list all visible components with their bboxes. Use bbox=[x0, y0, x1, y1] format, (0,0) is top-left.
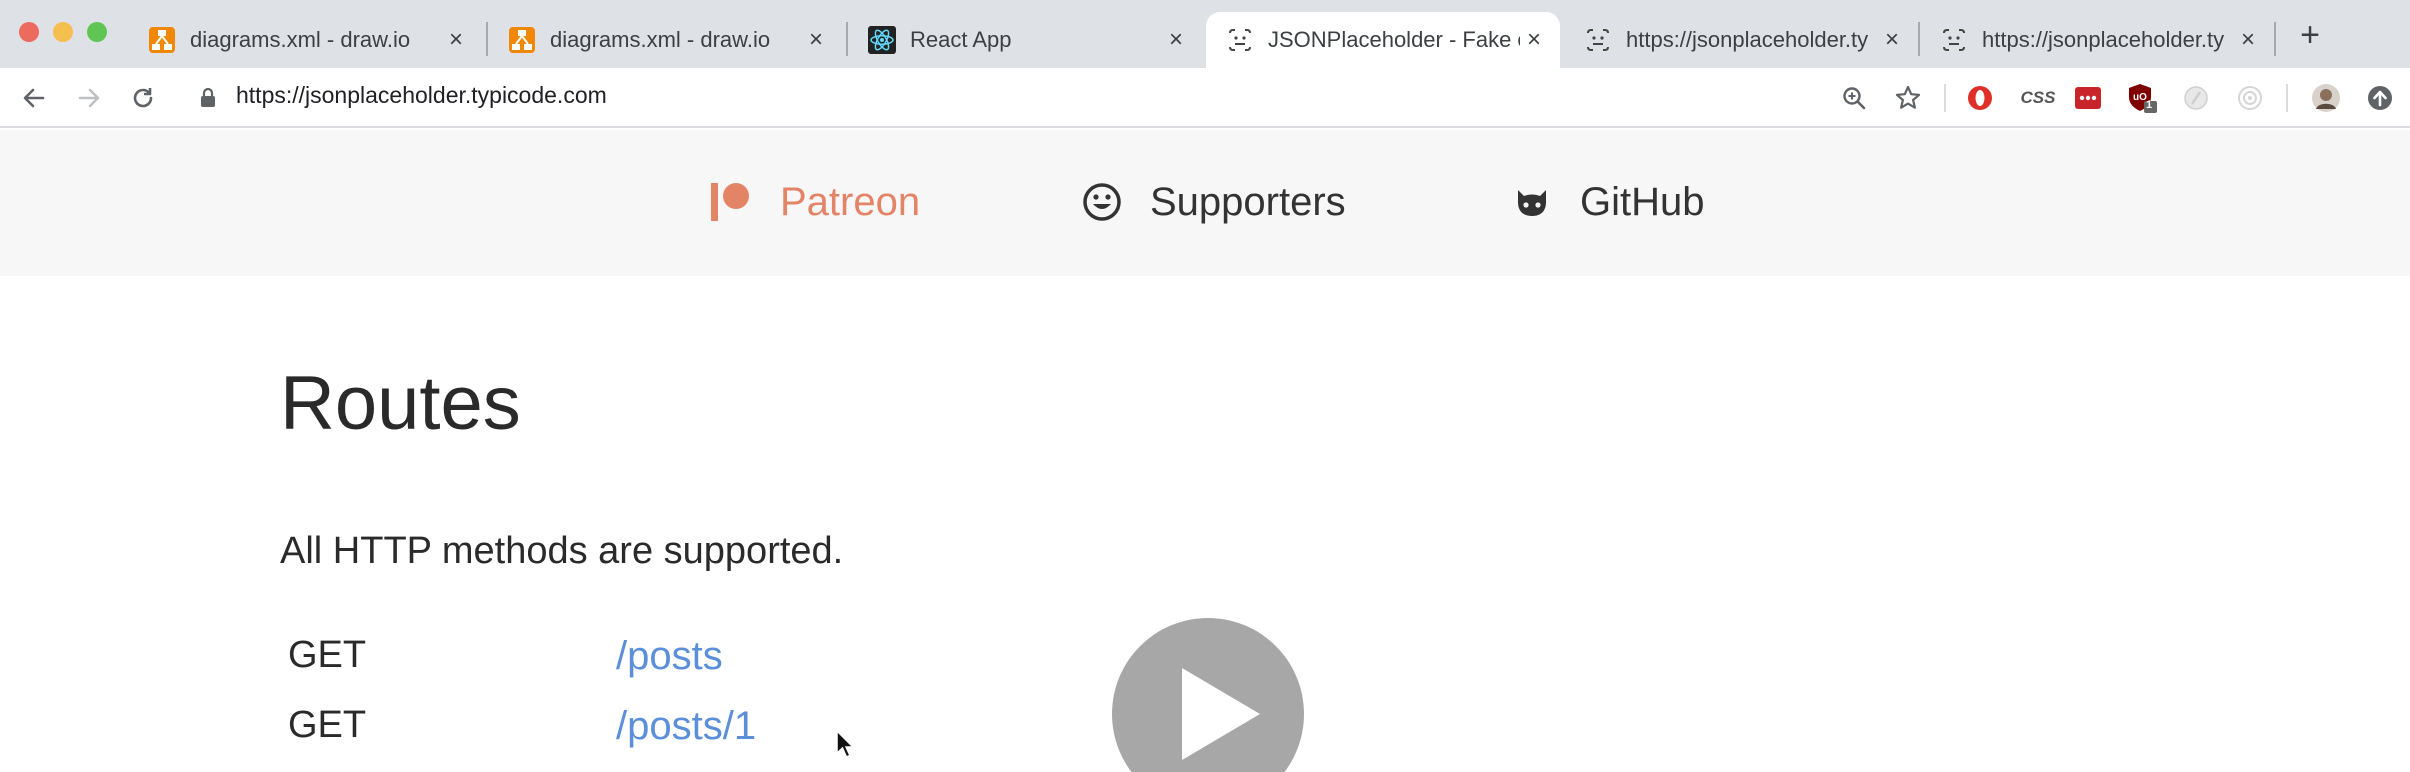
drawio-icon bbox=[148, 26, 176, 54]
ublock-extension-icon[interactable]: uO 1 bbox=[2126, 82, 2158, 114]
browser-tab-jsonplaceholder-active[interactable]: JSONPlaceholder - Fake o × bbox=[1206, 12, 1560, 68]
supporters-label: Supporters bbox=[1150, 179, 1346, 224]
tab-title: JSONPlaceholder - Fake o bbox=[1268, 27, 1520, 52]
tab-separator bbox=[2274, 22, 2276, 56]
browser-tab-jsonplaceholder-2[interactable]: https://jsonplaceholder.ty × bbox=[1564, 12, 1918, 68]
forward-arrow-icon bbox=[78, 88, 100, 108]
route-link[interactable]: /posts bbox=[616, 634, 723, 679]
disabled-extension-icon[interactable] bbox=[2180, 82, 2212, 114]
http-method: GET bbox=[288, 704, 367, 746]
tab-close-icon[interactable]: × bbox=[2234, 26, 2262, 54]
back-arrow-icon bbox=[23, 88, 45, 108]
routes-description: All HTTP methods are supported. bbox=[280, 530, 844, 572]
patreon-link[interactable]: Patreon bbox=[710, 174, 920, 230]
opera-extension-icon[interactable] bbox=[1964, 82, 1996, 114]
tab-strip: diagrams.xml - draw.io × diagrams.xml - … bbox=[0, 0, 2410, 68]
bookmark-star-icon[interactable] bbox=[1892, 82, 1924, 114]
jsonplaceholder-icon bbox=[1226, 26, 1254, 54]
tab-title: diagrams.xml - draw.io bbox=[190, 27, 411, 52]
sponsor-bar: Patreon Supporters GitHub bbox=[0, 130, 2410, 276]
extension-badge-count: 1 bbox=[2146, 99, 2153, 111]
reload-icon bbox=[133, 88, 153, 108]
css-extension-icon[interactable]: CSS bbox=[2018, 82, 2058, 114]
tab-close-icon[interactable]: × bbox=[1162, 26, 1190, 54]
window-maximize-button[interactable] bbox=[87, 22, 107, 42]
supporters-link[interactable]: Supporters bbox=[1082, 174, 1346, 230]
zoom-icon[interactable] bbox=[1838, 82, 1870, 114]
smiley-icon bbox=[1083, 183, 1121, 221]
browser-tab-drawio-2[interactable]: diagrams.xml - draw.io × bbox=[488, 12, 842, 68]
tab-title: https://jsonplaceholder.ty bbox=[1626, 27, 1869, 52]
jsonplaceholder-icon bbox=[1584, 26, 1612, 54]
toolbar-separator bbox=[1944, 84, 1946, 112]
video-play-button[interactable] bbox=[1112, 618, 1304, 772]
tab-close-icon[interactable]: × bbox=[1520, 26, 1548, 54]
route-row: GET /posts bbox=[288, 634, 1088, 684]
github-label: GitHub bbox=[1580, 179, 1705, 224]
lock-icon[interactable] bbox=[196, 86, 220, 110]
route-row: GET /posts/1 bbox=[288, 704, 1088, 754]
target-extension-icon[interactable] bbox=[2234, 82, 2266, 114]
react-icon bbox=[868, 26, 896, 54]
address-bar-url[interactable]: https://jsonplaceholder.typicode.com bbox=[236, 82, 607, 109]
drawio-icon bbox=[508, 26, 536, 54]
page-title: Routes bbox=[280, 361, 521, 446]
tab-close-icon[interactable]: × bbox=[442, 26, 470, 54]
reload-button[interactable] bbox=[126, 81, 160, 115]
tab-close-icon[interactable]: × bbox=[1878, 26, 1906, 54]
browser-tab-jsonplaceholder-3[interactable]: https://jsonplaceholder.ty × bbox=[1920, 12, 2274, 68]
mouse-cursor-icon bbox=[836, 730, 855, 758]
play-icon bbox=[1182, 668, 1260, 760]
github-icon bbox=[1518, 190, 1546, 216]
window-close-button[interactable] bbox=[19, 22, 39, 42]
route-link[interactable]: /posts/1 bbox=[616, 704, 756, 749]
tab-title: https://jsonplaceholder.ty bbox=[1982, 27, 2225, 52]
update-icon[interactable] bbox=[2364, 82, 2396, 114]
tab-title: React App bbox=[910, 27, 1012, 52]
css-extension-label: CSS bbox=[2020, 88, 2056, 107]
new-tab-button[interactable]: + bbox=[2294, 18, 2326, 52]
patreon-icon bbox=[711, 183, 749, 221]
jsonplaceholder-icon bbox=[1940, 26, 1968, 54]
tab-close-icon[interactable]: × bbox=[802, 26, 830, 54]
browser-toolbar: https://jsonplaceholder.typicode.com CSS… bbox=[0, 68, 2410, 128]
profile-avatar[interactable] bbox=[2310, 82, 2342, 114]
browser-tab-react-app[interactable]: React App × bbox=[848, 12, 1202, 68]
window-minimize-button[interactable] bbox=[53, 22, 73, 42]
back-button[interactable] bbox=[17, 81, 51, 115]
toolbar-separator bbox=[2286, 84, 2288, 112]
patreon-label: Patreon bbox=[780, 179, 921, 224]
lastpass-extension-icon[interactable] bbox=[2072, 82, 2104, 114]
browser-tab-drawio-1[interactable]: diagrams.xml - draw.io × bbox=[128, 12, 482, 68]
forward-button[interactable] bbox=[72, 81, 106, 115]
tab-title: diagrams.xml - draw.io bbox=[550, 27, 771, 52]
http-method: GET bbox=[288, 634, 367, 676]
github-link[interactable]: GitHub bbox=[1512, 174, 1705, 230]
